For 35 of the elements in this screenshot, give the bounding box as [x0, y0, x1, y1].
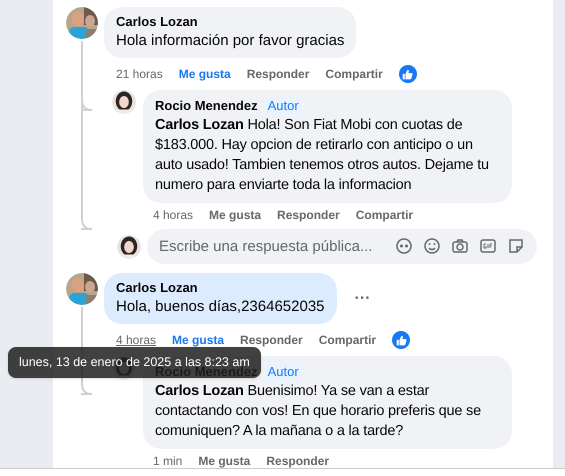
action-link[interactable]: Responder [246, 65, 310, 83]
action-link[interactable]: Responder [266, 452, 330, 470]
like-icon[interactable] [392, 331, 410, 349]
more-button[interactable]: ··· [354, 286, 370, 310]
mention-link[interactable]: Carlos Lozan [155, 383, 244, 399]
like-icon[interactable] [398, 65, 417, 83]
camera-icon[interactable] [451, 237, 469, 255]
author-badge: Autor [266, 363, 301, 381]
action-link[interactable]: Responder [277, 206, 340, 224]
action-link[interactable]: Compartir [325, 65, 383, 83]
action-link[interactable]: Me gusta [209, 206, 262, 224]
action-link[interactable]: Me gusta [178, 65, 231, 83]
sticker-icon[interactable] [507, 237, 525, 255]
action-link[interactable]: Me gusta [198, 452, 250, 470]
timestamp-link[interactable]: 4 horas [153, 206, 194, 224]
action-link[interactable]: Responder [240, 331, 303, 349]
timestamp-link[interactable]: 4 horas [116, 331, 156, 349]
timestamp-link[interactable]: 21 horas [116, 65, 163, 83]
reply-text: Carlos Lozan Hola! Son Fiat Mobi con cuotas de $183.000. Hay opcion de retirarlo con anticipo o un auto usado! Tambien tenemos otros autos. Dejame tu numero para enviarte toda la informacion [155, 116, 490, 195]
action-link[interactable]: Compartir [318, 331, 376, 349]
timestamp-link[interactable]: 1 min [153, 452, 182, 470]
gif-icon[interactable] [479, 237, 497, 255]
avatar-sticker-icon[interactable] [395, 237, 413, 255]
author-name[interactable]: Carlos Lozan [116, 13, 344, 31]
emoji-icon[interactable] [423, 237, 441, 255]
action-link[interactable]: Me gusta [172, 331, 224, 349]
comment-text: Hola, buenos días,2364652035 [116, 297, 325, 317]
action-link[interactable]: Compartir [356, 206, 414, 224]
reply-field[interactable]: Escribe una respuesta pública... [147, 229, 537, 264]
mention-link[interactable]: Carlos Lozan [155, 117, 244, 133]
author-badge: Autor [266, 97, 301, 115]
reply-text: Carlos Lozan Buenisimo! Ya se van a estar contactando con vos! En que horario preferis que se comuniquen? A la mañana o a la tarde? [155, 382, 482, 441]
comment-text: Hola información por favor gracias [116, 31, 344, 51]
author-name[interactable]: Carlos Lozan [116, 279, 325, 297]
author-name[interactable]: Rocio Menendez [155, 97, 258, 115]
